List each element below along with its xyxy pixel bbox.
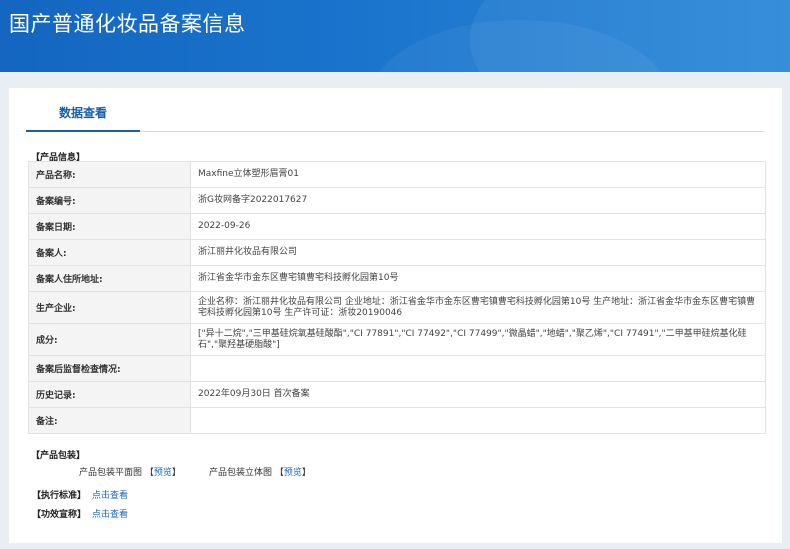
product-info-table: 产品名称: Maxfine立体塑形眉膏01 备案编号: 浙G妆网备字202201…: [28, 161, 766, 434]
header-banner: 国产普通化妆品备案信息: [0, 0, 790, 72]
efficacy-view-link[interactable]: 点击查看: [92, 510, 128, 520]
row-value: 2022-09-26: [190, 213, 766, 240]
packaging-stereo-item: 产品包装立体图 【预览】: [209, 465, 311, 478]
packaging-heading: 【产品包装】: [31, 451, 86, 461]
row-key: 备案后监督检查情况:: [28, 355, 191, 382]
table-row: 备注:: [28, 407, 766, 434]
tab-bar: 数据查看: [26, 88, 765, 132]
table-row: 生产企业: 企业名称：浙江丽井化妆品有限公司 企业地址：浙江省金华市金东区曹宅镇…: [28, 291, 766, 324]
packaging-stereo-label: 产品包装立体图: [209, 468, 273, 478]
standards-row: 【执行标准】 点击查看: [32, 488, 128, 501]
page-title: 国产普通化妆品备案信息: [9, 12, 246, 36]
table-row: 备案后监督检查情况:: [28, 355, 766, 382]
efficacy-row: 【功效宣称】 点击查看: [32, 507, 128, 520]
row-key: 备注:: [28, 407, 191, 434]
row-key: 备案日期:: [28, 213, 191, 240]
tab-data-view[interactable]: 数据查看: [26, 88, 140, 132]
bracket-open: 【: [274, 468, 284, 478]
row-value: 企业名称：浙江丽井化妆品有限公司 企业地址：浙江省金华市金东区曹宅镇曹宅科技孵化…: [190, 291, 766, 324]
row-key: 生产企业:: [28, 291, 191, 324]
row-value: 浙江省金华市金东区曹宅镇曹宅科技孵化园第10号: [190, 265, 766, 292]
row-key: 产品名称:: [28, 161, 191, 188]
standards-view-link[interactable]: 点击查看: [92, 491, 128, 501]
table-row: 备案人: 浙江丽井化妆品有限公司: [28, 239, 766, 266]
row-value: 2022年09月30日 首次备案: [190, 381, 766, 408]
row-key: 备案人住所地址:: [28, 265, 191, 292]
row-value: [190, 355, 766, 382]
standards-label: 【执行标准】: [32, 491, 87, 501]
efficacy-label: 【功效宣称】: [32, 510, 87, 520]
packaging-flat-label: 产品包装平面图: [79, 468, 143, 478]
bracket-close: 】: [171, 468, 181, 478]
table-row: 备案日期: 2022-09-26: [28, 213, 766, 240]
table-row: 备案人住所地址: 浙江省金华市金东区曹宅镇曹宅科技孵化园第10号: [28, 265, 766, 292]
row-key: 备案人:: [28, 239, 191, 266]
table-row: 历史记录: 2022年09月30日 首次备案: [28, 381, 766, 408]
preview-stereo-link[interactable]: 预览: [284, 468, 302, 478]
packaging-flat-item: 产品包装平面图 【预览】: [79, 465, 181, 478]
row-value: ["异十二烷","三甲基硅烷氧基硅酸酯","CI 77891","CI 7749…: [190, 323, 766, 356]
bracket-open: 【: [144, 468, 154, 478]
table-row: 产品名称: Maxfine立体塑形眉膏01: [28, 161, 766, 188]
table-row: 成分: ["异十二烷","三甲基硅烷氧基硅酸酯","CI 77891","CI …: [28, 323, 766, 356]
row-key: 成分:: [28, 323, 191, 356]
content-panel: 数据查看 【产品信息】 产品名称: Maxfine立体塑形眉膏01 备案编号: …: [9, 88, 782, 543]
bracket-close: 】: [301, 468, 311, 478]
row-value: 浙G妆网备字2022017627: [190, 187, 766, 214]
row-key: 备案编号:: [28, 187, 191, 214]
preview-flat-link[interactable]: 预览: [154, 468, 172, 478]
table-row: 备案编号: 浙G妆网备字2022017627: [28, 187, 766, 214]
row-value: Maxfine立体塑形眉膏01: [190, 161, 766, 188]
row-key: 历史记录:: [28, 381, 191, 408]
row-value: 浙江丽井化妆品有限公司: [190, 239, 766, 266]
row-value: [190, 407, 766, 434]
